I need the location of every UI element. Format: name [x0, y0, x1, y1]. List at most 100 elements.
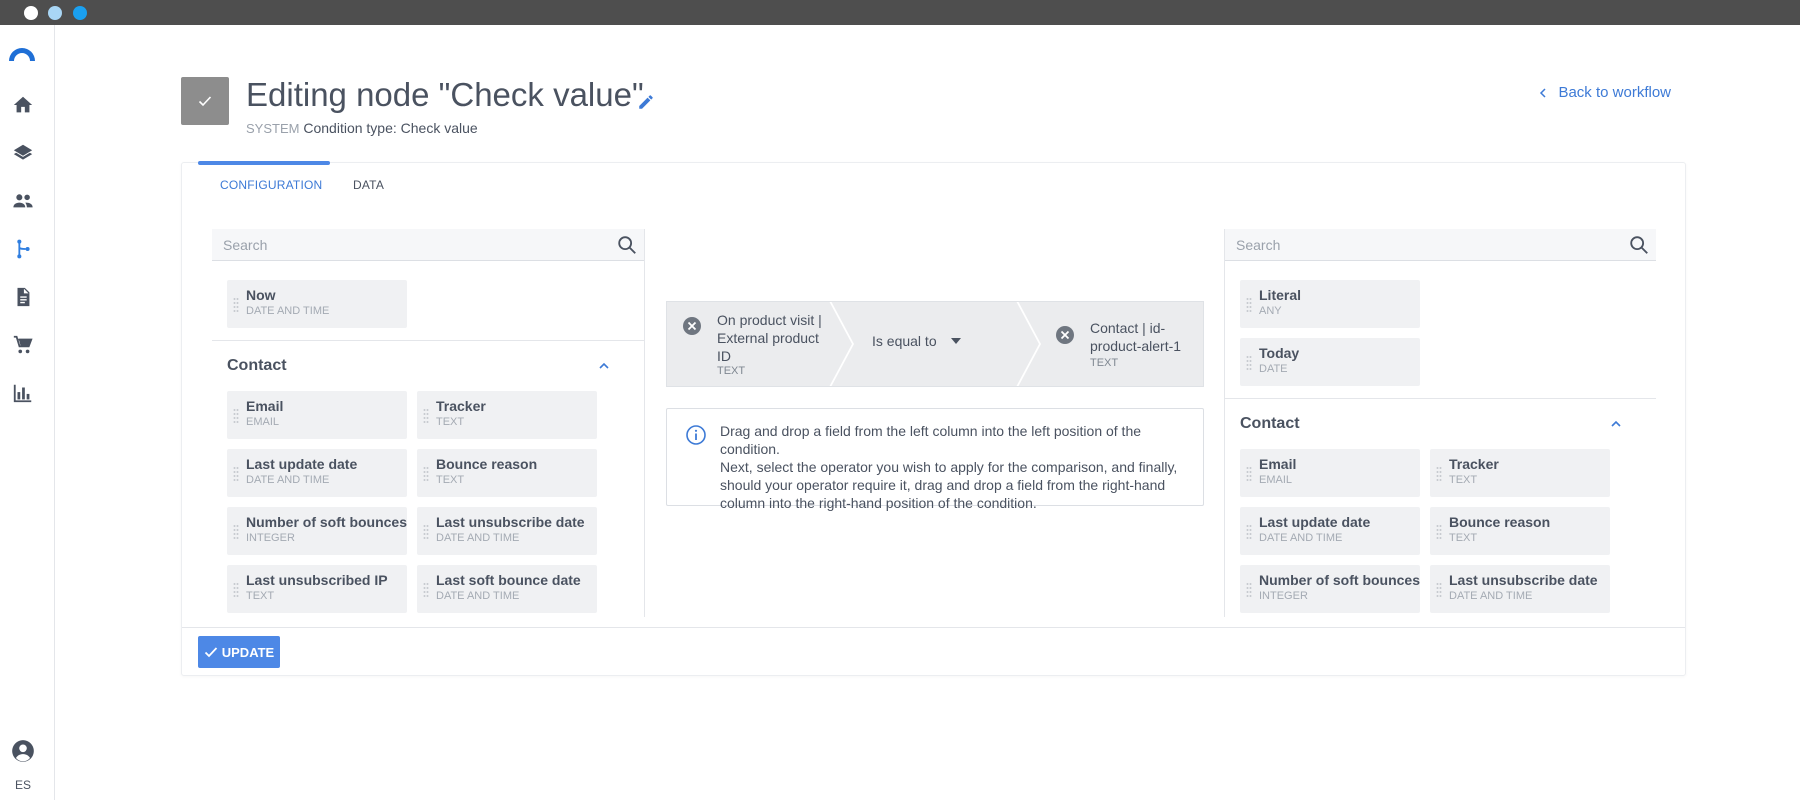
drag-handle-icon[interactable] [1246, 297, 1252, 313]
back-to-workflow-link[interactable]: Back to workflow [1538, 84, 1671, 101]
chevron-up-icon[interactable] [597, 359, 611, 373]
logo-icon[interactable] [6, 44, 38, 62]
sidebar: ES [0, 25, 55, 800]
help-text-line: Drag and drop a field from the left colu… [720, 423, 1142, 457]
drag-handle-icon[interactable] [423, 582, 429, 598]
drag-handle-icon[interactable] [233, 582, 239, 598]
check-icon [198, 96, 212, 107]
field-name: Tracker [436, 398, 486, 414]
active-tab-indicator [198, 161, 330, 165]
field-chip[interactable]: Bounce reason TEXT [1430, 507, 1610, 555]
workflow-icon[interactable] [10, 236, 36, 262]
remove-right-operand-icon[interactable] [1055, 325, 1075, 345]
field-chip[interactable]: Last unsubscribed IP TEXT [227, 565, 407, 613]
left-search-input[interactable] [212, 229, 644, 261]
field-chip[interactable]: Number of soft bounces INTEGER [1240, 565, 1420, 613]
field-type: DATE [1259, 363, 1288, 375]
field-chip[interactable]: Email EMAIL [227, 391, 407, 439]
field-type: INTEGER [246, 532, 295, 544]
field-chip[interactable]: Last soft bounce date DATE AND TIME [417, 565, 597, 613]
drag-handle-icon[interactable] [1246, 466, 1252, 482]
operator-label: Is equal to [872, 333, 937, 349]
window-maximize-button[interactable] [73, 6, 87, 20]
field-chip[interactable]: Tracker TEXT [417, 391, 597, 439]
field-chip[interactable]: Email EMAIL [1240, 449, 1420, 497]
field-type: DATE AND TIME [246, 474, 330, 486]
right-operand-type: TEXT [1090, 357, 1119, 369]
drag-handle-icon[interactable] [423, 524, 429, 540]
field-type: TEXT [436, 416, 465, 428]
search-icon[interactable] [616, 234, 638, 256]
field-name: Number of soft bounces [1259, 572, 1421, 588]
drag-handle-icon[interactable] [1246, 355, 1252, 371]
left-search-box [212, 229, 644, 261]
home-icon[interactable] [10, 92, 36, 118]
help-text-line: column into the right-hand position of t… [720, 495, 1037, 511]
field-name: Last unsubscribe date [436, 514, 585, 530]
tab-data[interactable]: DATA [353, 178, 384, 192]
field-chip[interactable]: Last unsubscribe date DATE AND TIME [417, 507, 597, 555]
document-icon[interactable] [10, 284, 36, 310]
field-name: Last unsubscribed IP [246, 572, 388, 588]
group-title-contact: Contact [1240, 415, 1300, 432]
field-chip[interactable]: Bounce reason TEXT [417, 449, 597, 497]
drag-handle-icon[interactable] [233, 524, 239, 540]
drag-handle-icon[interactable] [233, 297, 239, 313]
field-name: Bounce reason [1449, 514, 1551, 530]
drag-handle-icon[interactable] [1246, 524, 1252, 540]
drag-handle-icon[interactable] [1436, 524, 1442, 540]
field-chip[interactable]: Literal ANY [1240, 280, 1420, 328]
remove-left-operand-icon[interactable] [682, 316, 702, 336]
field-chip[interactable]: Last update date DATE AND TIME [227, 449, 407, 497]
window-titlebar [0, 0, 1800, 25]
search-icon[interactable] [1628, 234, 1650, 256]
drag-handle-icon[interactable] [1436, 582, 1442, 598]
drag-handle-icon[interactable] [233, 408, 239, 424]
field-chip[interactable]: Now DATE AND TIME [227, 280, 407, 328]
layers-icon[interactable] [10, 140, 36, 166]
update-button[interactable]: UPDATE [198, 636, 280, 668]
field-type: TEXT [436, 474, 465, 486]
help-text-line: Next, select the operator you wish to ap… [720, 459, 1178, 475]
field-type: INTEGER [1259, 590, 1308, 602]
right-search-input[interactable] [1225, 229, 1656, 261]
cart-icon[interactable] [10, 332, 36, 358]
field-name: Email [246, 398, 284, 414]
field-chip[interactable]: Last update date DATE AND TIME [1240, 507, 1420, 555]
field-chip[interactable]: Tracker TEXT [1430, 449, 1610, 497]
language-label[interactable]: ES [0, 778, 46, 792]
drag-handle-icon[interactable] [423, 408, 429, 424]
chevron-up-icon[interactable] [1609, 417, 1623, 431]
field-name: Number of soft bounces [246, 514, 408, 530]
people-icon[interactable] [10, 188, 36, 214]
field-type: EMAIL [246, 416, 280, 428]
window-minimize-button[interactable] [48, 6, 62, 20]
node-type-badge [181, 77, 229, 125]
edit-pencil-icon[interactable] [637, 93, 655, 111]
right-fields-column: Literal ANY Today DATE Contact Email EMA… [1224, 229, 1656, 617]
drag-handle-icon[interactable] [423, 466, 429, 482]
drag-handle-icon[interactable] [1436, 466, 1442, 482]
help-info-box: Drag and drop a field from the left colu… [666, 408, 1204, 511]
chart-icon[interactable] [10, 380, 36, 406]
field-name: Tracker [1449, 456, 1499, 472]
field-chip[interactable]: Today DATE [1240, 338, 1420, 386]
field-chip[interactable]: Number of soft bounces INTEGER [227, 507, 407, 555]
field-name: Now [246, 287, 276, 303]
drag-handle-icon[interactable] [1246, 582, 1252, 598]
field-name: Bounce reason [436, 456, 538, 472]
operator-dropdown[interactable]: Is equal to [872, 333, 961, 349]
back-link-label: Back to workflow [1558, 84, 1671, 101]
condition-type-label: Condition type: Check value [303, 120, 478, 136]
field-type: TEXT [246, 590, 275, 602]
field-name: Last update date [246, 456, 358, 472]
tab-configuration[interactable]: CONFIGURATION [220, 178, 322, 192]
drag-handle-icon[interactable] [233, 466, 239, 482]
account-icon[interactable] [10, 738, 36, 764]
field-chip[interactable]: Last unsubscribe date DATE AND TIME [1430, 565, 1610, 613]
node-subtitle: SYSTEM Condition type: Check value [246, 120, 478, 136]
field-type: DATE AND TIME [436, 590, 520, 602]
left-operand-type: TEXT [717, 365, 746, 377]
field-name: Last update date [1259, 514, 1371, 530]
window-close-button[interactable] [24, 6, 38, 20]
